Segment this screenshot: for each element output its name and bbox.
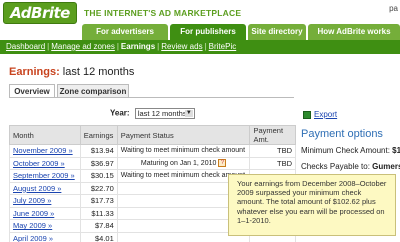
earnings-cell: $17.73 — [79, 194, 118, 208]
earnings-cell: $11.33 — [79, 206, 118, 220]
earnings-cell: $13.94 — [79, 144, 118, 158]
site-header: AdBrite THE INTERNET'S AD MARKETPLACE pa… — [0, 0, 400, 40]
page-title-sub: last 12 months — [62, 66, 135, 78]
subnav-manage-ad-zones[interactable]: Manage ad zones — [51, 42, 115, 51]
tab-zone-comparison[interactable]: Zone comparison — [57, 84, 129, 98]
year-select[interactable]: last 12 months ▼ — [134, 108, 195, 119]
year-select-value: last 12 months — [137, 109, 187, 118]
min-check-row: Minimum Check Amount: $1 — [301, 146, 400, 155]
min-check-label: Minimum Check Amount: — [301, 146, 390, 155]
status-cell: Waiting to meet minimum check amount — [116, 144, 251, 158]
earnings-cell: $36.97 — [79, 156, 118, 170]
month-link[interactable]: April 2009 » — [13, 234, 53, 242]
status-cell: Maturing on Jan 1, 2010? — [116, 156, 251, 170]
export-link[interactable]: Export — [303, 110, 337, 119]
subnav-review-ads[interactable]: Review ads — [161, 42, 202, 51]
year-label: Year: — [110, 108, 130, 118]
subnav-separator: | — [116, 42, 119, 51]
tab-site-directory[interactable]: Site directory — [248, 24, 306, 40]
payment-options-title: Payment options — [301, 128, 383, 140]
month-link[interactable]: August 2009 » — [13, 184, 61, 193]
tab-overview[interactable]: Overview — [9, 84, 55, 98]
page-title-main: Earnings: — [9, 66, 60, 78]
export-label: Export — [314, 110, 338, 119]
spreadsheet-icon — [303, 110, 311, 119]
table-header-row: Month Earnings Payment Status Payment Am… — [9, 125, 296, 145]
earnings-cell: $30.15 — [79, 169, 118, 183]
month-link[interactable]: October 2009 » — [13, 159, 65, 168]
subnav-earnings[interactable]: Earnings — [121, 42, 155, 51]
earnings-cell: $7.84 — [79, 219, 118, 233]
tab-for-advertisers[interactable]: For advertisers — [82, 24, 168, 40]
col-payment-amount: Payment Amt. — [249, 125, 296, 145]
month-link[interactable]: June 2009 » — [13, 209, 54, 218]
table-row: October 2009 » $36.97 Maturing on Jan 1,… — [9, 156, 296, 170]
account-corner-text[interactable]: pa — [389, 4, 398, 13]
site-tagline: THE INTERNET'S AD MARKETPLACE — [84, 8, 242, 18]
subnav-britepic[interactable]: BritePic — [209, 42, 237, 51]
payable-row: Checks Payable to: Gumers — [301, 162, 400, 171]
amount-cell: TBD — [249, 144, 296, 158]
help-icon[interactable]: ? — [218, 159, 227, 168]
maturing-tooltip: Your earnings from December 2008–October… — [228, 174, 396, 236]
payable-value: Gumers — [372, 162, 400, 171]
payable-label: Checks Payable to: — [301, 162, 370, 171]
chevron-down-icon: ▼ — [184, 110, 193, 117]
adbrite-logo[interactable]: AdBrite — [3, 2, 77, 24]
subnav-separator: | — [157, 42, 160, 51]
amount-cell: TBD — [249, 156, 296, 170]
earnings-cell: $4.01 — [79, 231, 118, 242]
status-text: Maturing on Jan 1, 2010 — [140, 160, 217, 168]
min-check-value: $1 — [392, 146, 400, 155]
subnav-separator: | — [204, 42, 207, 51]
main-tabs: For advertisers For publishers Site dire… — [0, 24, 400, 40]
earnings-cell: $22.70 — [79, 181, 118, 195]
tabs-divider — [9, 97, 294, 98]
month-link[interactable]: July 2009 » — [13, 196, 51, 205]
month-link[interactable]: May 2009 » — [13, 221, 52, 230]
col-payment-status: Payment Status — [116, 125, 251, 145]
subnav-separator: | — [47, 42, 50, 51]
publisher-subnav: Dashboard | Manage ad zones | Earnings | Revie… — [0, 40, 400, 54]
tab-how-adbrite-works[interactable]: How AdBrite works — [308, 24, 400, 40]
tab-for-publishers[interactable]: For publishers — [170, 24, 246, 40]
page-title: Earnings: last 12 months — [9, 66, 134, 78]
col-earnings: Earnings — [79, 125, 118, 145]
month-link[interactable]: September 2009 » — [13, 171, 75, 180]
col-month: Month — [9, 125, 81, 145]
month-link[interactable]: November 2009 » — [13, 146, 73, 155]
year-filter: Year: last 12 months ▼ — [110, 108, 195, 119]
table-row: November 2009 » $13.94 Waiting to meet m… — [9, 144, 296, 158]
subnav-dashboard[interactable]: Dashboard — [6, 42, 45, 51]
